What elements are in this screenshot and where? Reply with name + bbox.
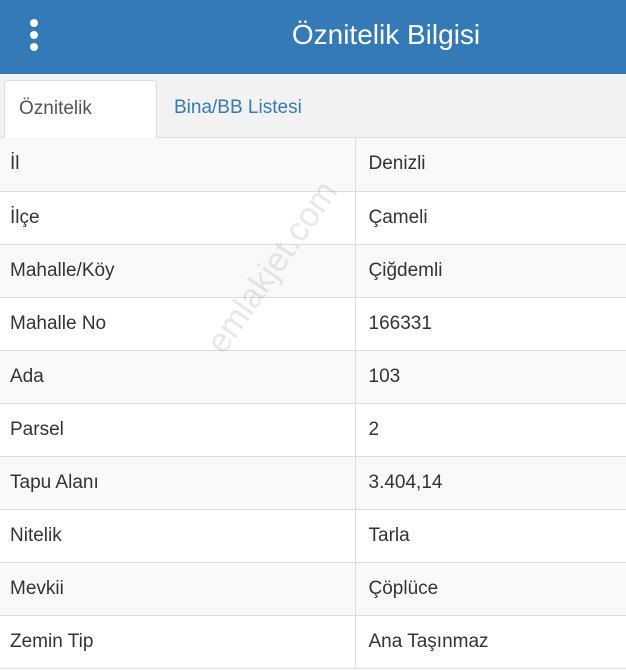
table-row: Nitelik Tarla — [0, 509, 626, 563]
row-value: 103 — [355, 350, 626, 404]
row-key: Tapu Alanı — [0, 456, 356, 510]
table-row: İlçe Çameli — [0, 191, 626, 245]
row-key: Mahalle No — [0, 297, 356, 351]
row-key: Mahalle/Köy — [0, 244, 356, 298]
table-row: Parsel 2 — [0, 403, 626, 457]
table-row: Zemin Tip Ana Taşınmaz — [0, 615, 626, 669]
row-value: Çiğdemli — [355, 244, 626, 298]
table-row: Mahalle/Köy Çiğdemli — [0, 244, 626, 298]
tab-bina-bb-listesi[interactable]: Bina/BB Listesi — [160, 80, 316, 139]
row-key: Mevkii — [0, 562, 356, 616]
vertical-ellipsis-icon[interactable] — [22, 18, 46, 52]
table-row: Ada 103 — [0, 350, 626, 404]
row-value: Çöplüce — [355, 562, 626, 616]
app-header: Öznitelik Bilgisi — [0, 0, 626, 74]
page-title: Öznitelik Bilgisi — [291, 19, 481, 50]
tab-bar: Öznitelik Bilgisi Bina/BB Listesi — [0, 74, 626, 175]
table-row: İl Denizli — [0, 138, 626, 192]
row-value: 2 — [355, 403, 626, 457]
row-value: Denizli — [355, 138, 626, 192]
row-key: Zemin Tip — [0, 615, 356, 669]
row-key: Ada — [0, 350, 356, 404]
tab-oznitelik-bilgisi[interactable]: Öznitelik Bilgisi — [4, 80, 157, 175]
row-value: Tarla — [355, 509, 626, 563]
menu-dot — [30, 43, 38, 51]
row-value: 166331 — [355, 297, 626, 351]
table-row: Tapu Alanı 3.404,14 — [0, 456, 626, 510]
row-key: Parsel — [0, 403, 356, 457]
attribute-table: İl Denizli İlçe Çameli Mahalle/Köy Çiğde… — [0, 138, 626, 669]
row-value: Ana Taşınmaz — [355, 615, 626, 669]
row-key: İl — [0, 138, 356, 192]
row-key: Nitelik — [0, 509, 356, 563]
row-value: 3.404,14 — [355, 456, 626, 510]
menu-dot — [30, 19, 38, 27]
table-row: Mevkii Çöplüce — [0, 562, 626, 616]
row-value: Çameli — [355, 191, 626, 245]
row-key: İlçe — [0, 191, 356, 245]
table-row: Mahalle No 166331 — [0, 297, 626, 351]
menu-dot — [30, 31, 38, 39]
